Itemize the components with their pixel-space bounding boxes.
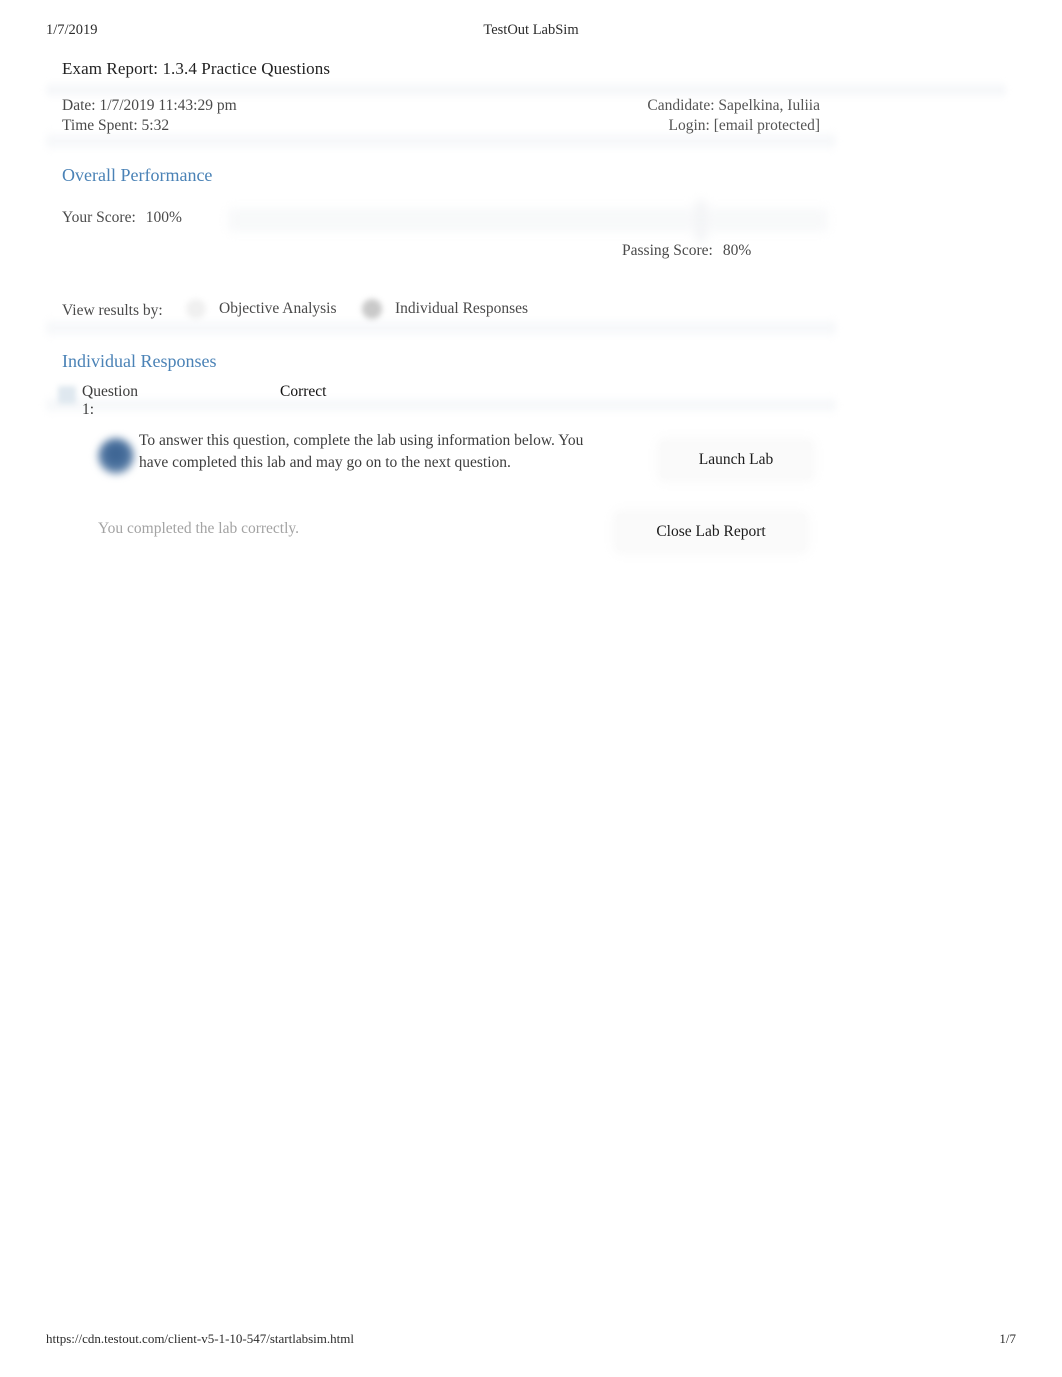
passing-score-marker xyxy=(696,200,706,242)
radio-individual-responses[interactable]: Individual Responses xyxy=(362,296,528,322)
score-bar-fill xyxy=(228,208,828,232)
print-footer-url: https://cdn.testout.com/client-v5-1-10-5… xyxy=(46,1331,354,1346)
exam-date: Date: 1/7/2019 11:43:29 pm xyxy=(62,97,237,114)
time-spent: Time Spent: 5:32 xyxy=(62,117,170,134)
print-footer-page-number: 1/7 xyxy=(999,1331,1016,1346)
close-lab-report-button[interactable]: Close Lab Report xyxy=(617,514,805,550)
candidate-name: Candidate: Sapelkina, Iuliia xyxy=(647,97,820,114)
radio-objective-analysis-label: Objective Analysis xyxy=(219,300,337,317)
passing-score-value: 80% xyxy=(722,242,752,259)
page-title: Exam Report: 1.3.4 Practice Questions xyxy=(62,59,331,78)
question-band xyxy=(46,395,836,415)
candidate-login: Login: [email protected] xyxy=(668,117,821,134)
launch-lab-button[interactable]: Launch Lab xyxy=(661,442,811,478)
exam-meta-left: Date: 1/7/2019 11:43:29 pm Time Spent: 5… xyxy=(62,96,237,136)
print-header: 1/7/2019 TestOut LabSim xyxy=(0,22,1062,42)
lab-instruction-text: To answer this question, complete the la… xyxy=(139,432,584,471)
your-score-value: 100% xyxy=(145,209,182,226)
checkbox-icon[interactable] xyxy=(58,386,76,404)
view-results-label: View results by: xyxy=(62,302,163,319)
lab-completion-note: You completed the lab correctly. xyxy=(98,520,300,537)
lab-info-icon xyxy=(98,438,134,474)
score-progress-bar xyxy=(228,200,828,242)
question-label: Question 1: xyxy=(82,383,138,418)
exam-meta-right: Candidate: Sapelkina, Iuliia Login: [ema… xyxy=(647,96,820,136)
print-header-title: TestOut LabSim xyxy=(483,22,579,38)
your-score: Your Score: 100% xyxy=(62,209,182,227)
individual-responses-heading: Individual Responses xyxy=(62,351,217,371)
your-score-label: Your Score: xyxy=(62,209,136,226)
radio-button-selected-icon[interactable] xyxy=(362,299,382,319)
print-footer: https://cdn.testout.com/client-v5-1-10-5… xyxy=(0,1331,1062,1349)
radio-individual-responses-label: Individual Responses xyxy=(395,300,529,317)
overall-performance-heading: Overall Performance xyxy=(62,165,213,185)
status-badge: Correct xyxy=(280,383,327,400)
passing-score: Passing Score: 80% xyxy=(622,242,751,260)
radio-objective-analysis[interactable]: Objective Analysis xyxy=(186,296,337,322)
radio-button-icon[interactable] xyxy=(186,299,206,319)
passing-score-label: Passing Score: xyxy=(622,242,713,259)
